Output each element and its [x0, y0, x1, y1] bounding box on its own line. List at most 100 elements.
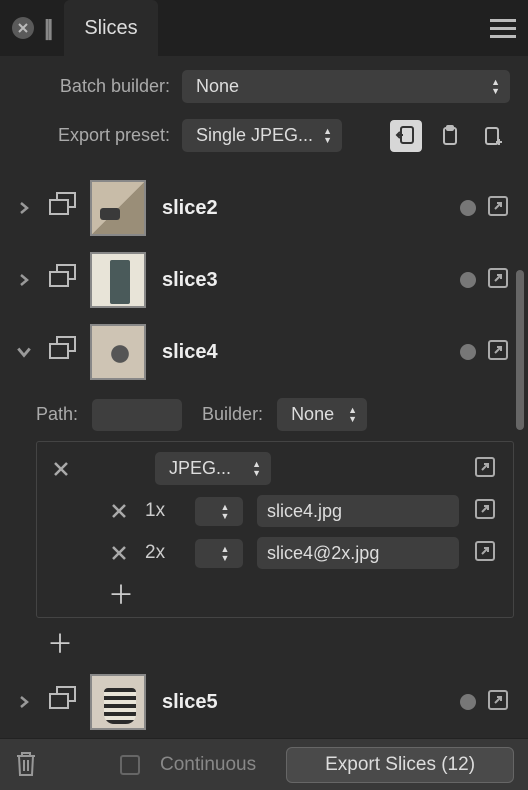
- preset-apply-button[interactable]: [390, 120, 422, 152]
- expand-toggle[interactable]: [10, 201, 38, 215]
- scrollbar-thumb[interactable]: [516, 270, 524, 430]
- add-variant-button[interactable]: ＋: [107, 579, 135, 607]
- close-icon: [52, 460, 70, 478]
- slice-export-button[interactable]: [486, 338, 514, 366]
- preset-add-button[interactable]: [478, 120, 510, 152]
- clipboard-icon: [439, 125, 461, 147]
- close-button[interactable]: [12, 17, 34, 39]
- slice-row[interactable]: slice5: [0, 666, 528, 738]
- slice-row[interactable]: slice4: [0, 316, 528, 388]
- export-icon: [486, 688, 510, 712]
- filename-input[interactable]: slice4@2x.jpg: [257, 537, 459, 569]
- path-input[interactable]: [92, 399, 182, 431]
- clipboard-arrow-icon: [395, 125, 417, 147]
- slice-status-dot[interactable]: [460, 200, 476, 216]
- builder-dropdown[interactable]: None ▲▼: [277, 398, 367, 431]
- slice-name: slice3: [162, 269, 450, 292]
- slice-export-button[interactable]: [486, 194, 514, 222]
- slice-list: slice2 slice3 slice4: [0, 162, 528, 738]
- layers-icon: [48, 336, 78, 362]
- expand-toggle[interactable]: [10, 695, 38, 709]
- slice-status-dot[interactable]: [460, 344, 476, 360]
- format-export-button[interactable]: [473, 455, 501, 483]
- scale-label: 1x: [145, 500, 181, 522]
- delete-button[interactable]: [14, 750, 40, 780]
- chevron-right-icon: [17, 273, 31, 287]
- format-dropdown[interactable]: JPEG... ▲▼: [155, 452, 271, 485]
- slice-expanded-panel: Path: Builder: None ▲▼ JPEG... ▲▼: [36, 392, 514, 656]
- remove-variant-button[interactable]: [107, 499, 131, 523]
- menu-button[interactable]: [490, 19, 516, 38]
- continuous-checkbox[interactable]: [120, 755, 140, 775]
- slice-thumbnail: [90, 180, 146, 236]
- chevron-down-icon: [16, 344, 32, 360]
- variant-export-button[interactable]: [473, 539, 501, 567]
- batch-builder-label: Batch builder:: [18, 76, 170, 97]
- export-icon: [473, 455, 497, 479]
- export-preset-value: Single JPEG...: [196, 125, 313, 146]
- slice-thumbnail: [90, 252, 146, 308]
- updown-icon: ▲▼: [348, 406, 357, 423]
- scale-dropdown[interactable]: ▲▼: [195, 539, 243, 568]
- export-icon: [486, 194, 510, 218]
- slice-thumbnail: [90, 674, 146, 730]
- continuous-label: Continuous: [160, 754, 256, 776]
- slice-thumbnail: [90, 324, 146, 380]
- slice-type-button[interactable]: [48, 336, 80, 368]
- updown-icon: ▲▼: [491, 78, 500, 95]
- expand-toggle[interactable]: [10, 273, 38, 287]
- options-panel: Batch builder: None ▲▼ Export preset: Si…: [0, 56, 528, 162]
- export-icon: [486, 338, 510, 362]
- slice-name: slice5: [162, 691, 450, 714]
- trash-icon: [14, 750, 38, 778]
- slice-status-dot[interactable]: [460, 272, 476, 288]
- title-bar: || Slices: [0, 0, 528, 56]
- batch-builder-value: None: [196, 76, 239, 97]
- slice-type-button[interactable]: [48, 264, 80, 296]
- scale-dropdown[interactable]: ▲▼: [195, 497, 243, 526]
- remove-format-button[interactable]: [49, 457, 73, 481]
- format-box: JPEG... ▲▼ 1x ▲▼ slice4.jpg: [36, 441, 514, 618]
- chevron-right-icon: [17, 201, 31, 215]
- add-format-button[interactable]: ＋: [46, 628, 74, 656]
- export-preset-dropdown[interactable]: Single JPEG... ▲▼: [182, 119, 342, 152]
- remove-variant-button[interactable]: [107, 541, 131, 565]
- slice-export-button[interactable]: [486, 688, 514, 716]
- filename-input[interactable]: slice4.jpg: [257, 495, 459, 527]
- variant-export-button[interactable]: [473, 497, 501, 525]
- slice-type-button[interactable]: [48, 192, 80, 224]
- expand-toggle[interactable]: [10, 344, 38, 360]
- slice-export-button[interactable]: [486, 266, 514, 294]
- builder-label: Builder:: [202, 404, 263, 425]
- export-icon: [473, 539, 497, 563]
- export-icon: [486, 266, 510, 290]
- slice-row[interactable]: slice3: [0, 244, 528, 316]
- updown-icon: ▲▼: [252, 460, 261, 477]
- builder-value: None: [291, 404, 334, 425]
- close-icon: [110, 544, 128, 562]
- layers-icon: [48, 192, 78, 218]
- batch-builder-dropdown[interactable]: None ▲▼: [182, 70, 510, 103]
- format-value: JPEG...: [169, 458, 231, 479]
- scale-label: 2x: [145, 542, 181, 564]
- updown-icon: ▲▼: [221, 545, 230, 562]
- export-slices-button[interactable]: Export Slices (12): [286, 747, 514, 783]
- close-icon: [110, 502, 128, 520]
- preset-copy-button[interactable]: [434, 120, 466, 152]
- path-label: Path:: [36, 404, 78, 425]
- updown-icon: ▲▼: [323, 127, 332, 144]
- close-icon: [17, 22, 29, 34]
- updown-icon: ▲▼: [221, 503, 230, 520]
- tab-slices[interactable]: Slices: [64, 0, 157, 56]
- export-icon: [473, 497, 497, 521]
- slice-status-dot[interactable]: [460, 694, 476, 710]
- slice-name: slice2: [162, 197, 450, 220]
- slice-type-button[interactable]: [48, 686, 80, 718]
- export-preset-label: Export preset:: [18, 125, 170, 146]
- chevron-right-icon: [17, 695, 31, 709]
- layers-icon: [48, 686, 78, 712]
- slice-name: slice4: [162, 341, 450, 364]
- footer-bar: Continuous Export Slices (12): [0, 738, 528, 790]
- slice-row[interactable]: slice2: [0, 172, 528, 244]
- layers-icon: [48, 264, 78, 290]
